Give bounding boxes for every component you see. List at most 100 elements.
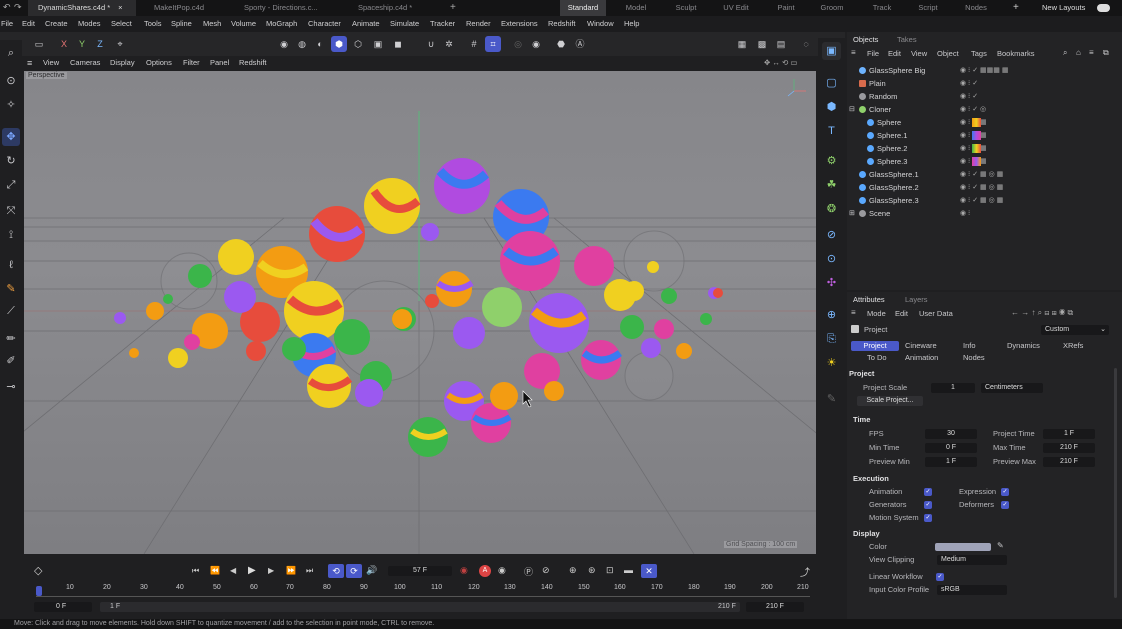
start-frame-field[interactable]: 0 F (34, 602, 92, 612)
eyedropper-icon[interactable]: ✎ (997, 541, 1004, 550)
layout-uv-edit[interactable]: UV Edit (716, 0, 756, 16)
new-layouts-toggle[interactable] (1097, 4, 1110, 12)
scale-tool-icon[interactable]: ⤢ (2, 176, 20, 194)
autokey-icon[interactable]: A (479, 565, 491, 577)
deformer-icon[interactable]: ⊘ (822, 226, 841, 244)
preset-dropdown[interactable]: Custom ⌄ (1041, 325, 1109, 335)
object-mode-icon[interactable]: ⬢ (331, 36, 347, 52)
object-row-cloner[interactable]: ⊟ Cloner ◉ ⁝ ✓ ◎ (847, 103, 1122, 116)
menu-file[interactable]: File (1, 16, 13, 32)
object-row-sphere-2[interactable]: Sphere.2◉ ⁝ ✓ ▦ (847, 142, 1122, 155)
preview-max-field[interactable]: 210 F (1043, 457, 1095, 467)
tag-icons[interactable]: ◉ ⁝ ✓ ▦ ◎ ▦ (960, 170, 1003, 178)
objects-menu-object[interactable]: Object (937, 49, 959, 58)
objects-menu-tags[interactable]: Tags (971, 49, 987, 58)
next-key-icon[interactable]: ⏩ (286, 566, 296, 575)
layout-nodes[interactable]: Nodes (956, 0, 996, 16)
object-row-glasssphere-3[interactable]: GlassSphere.3 ◉ ⁝ ✓ ▦ ◎ ▦ (847, 194, 1122, 207)
tab-layers[interactable]: Layers (905, 295, 928, 304)
text-icon[interactable]: T (822, 122, 841, 140)
menu-animate[interactable]: Animate (352, 16, 380, 32)
uv-mode-icon[interactable]: ⬡ (350, 36, 366, 52)
camera-icon[interactable]: ⎘ (822, 330, 841, 348)
expression-checkbox[interactable]: ✓ (1001, 488, 1009, 496)
subtab-nodes[interactable]: Nodes (963, 353, 985, 363)
attr-menu-userdata[interactable]: User Data (919, 309, 953, 318)
spline-pen-icon[interactable]: ℓ (2, 256, 20, 274)
viewport-navigation-icons[interactable]: ✥ ↔ ⟲ ▭ (764, 56, 797, 70)
axis-x-button[interactable]: X (56, 36, 72, 52)
project-time-field[interactable]: 1 F (1043, 429, 1095, 439)
menu-extensions[interactable]: Extensions (501, 16, 538, 32)
live-selection-icon[interactable]: ⊙ (2, 72, 20, 90)
menu-character[interactable]: Character (308, 16, 341, 32)
render-picture-icon[interactable]: ▩ (754, 36, 770, 52)
attr-nav-icons[interactable]: ← → ↑ ⌕ ⊟ ⊞ ◉ ⧉ (1011, 308, 1073, 318)
viewport-menu-options[interactable]: Options (146, 56, 172, 70)
undo-icon[interactable]: ↶ (3, 2, 11, 13)
objects-menu-file[interactable]: File (867, 49, 879, 58)
keyframe-selection-icon[interactable]: ◉ (498, 565, 506, 576)
prev-key-icon[interactable]: ⏪ (210, 566, 220, 575)
square-spline-icon[interactable]: ▢ (822, 74, 841, 92)
menu-help[interactable]: Help (624, 16, 639, 32)
object-row-sphere-3[interactable]: Sphere.3◉ ⁝ ✓ ▦ (847, 155, 1122, 168)
layout-track[interactable]: Track (862, 0, 902, 16)
texture-mode-icon[interactable]: ▣ (370, 36, 386, 52)
environment-icon[interactable]: ⊕ (822, 306, 841, 324)
menu-simulate[interactable]: Simulate (390, 16, 419, 32)
magnet-tool-icon[interactable]: ⊸ (2, 378, 20, 396)
attr-scrollbar[interactable] (1114, 368, 1117, 598)
generators-checkbox[interactable]: ✓ (924, 501, 932, 509)
cube-icon[interactable]: ⬢ (822, 98, 841, 116)
scale-project-button[interactable]: Scale Project... (857, 396, 923, 406)
visibility-icons[interactable]: ◉ ⁝ (960, 209, 970, 217)
key-rotation-icon[interactable]: ⊘ (542, 565, 550, 576)
collapse-icon[interactable]: ⊟ (849, 105, 855, 113)
key-pla-icon[interactable]: ⊡ (606, 565, 614, 576)
menu-mograph[interactable]: MoGraph (266, 16, 297, 32)
project-scale-field[interactable]: 1 (931, 383, 975, 393)
grid-icon[interactable]: # (466, 36, 482, 52)
subtab-project[interactable]: Project (851, 341, 899, 351)
current-frame-field[interactable]: 57 F (388, 566, 452, 576)
selection-tools-icon[interactable]: ✧ (2, 96, 20, 114)
objects-menu-bookmarks[interactable]: Bookmarks (997, 49, 1035, 58)
attr-menu-edit[interactable]: Edit (895, 309, 908, 318)
objects-menu-edit[interactable]: Edit (888, 49, 901, 58)
menu-redshift[interactable]: Redshift (548, 16, 576, 32)
redshift-ipr-icon[interactable]: ◌ (798, 36, 814, 52)
lock-icon[interactable]: ◎ (510, 36, 526, 52)
viewport-menu-filter[interactable]: Filter (183, 56, 200, 70)
visibility-icons[interactable]: ◉ ⁝ ✓ ◎ (960, 105, 986, 113)
color-swatch[interactable] (935, 543, 991, 551)
tab-takes[interactable]: Takes (897, 35, 917, 44)
preview-min-field[interactable]: 1 F (925, 457, 977, 467)
coordinate-system-icon[interactable]: ⌖ (112, 36, 128, 52)
light-icon[interactable]: ☀ (822, 354, 841, 372)
attr-menu-mode[interactable]: Mode (867, 309, 886, 318)
prev-frame-icon[interactable]: ◀ (230, 566, 236, 575)
knife-icon[interactable]: ⟋ (2, 302, 20, 320)
objects-newwindow-icon[interactable]: ⧉ (1103, 48, 1109, 58)
fps-field[interactable]: 30 (925, 429, 977, 439)
layout-standard[interactable]: Standard (560, 0, 606, 16)
layout-groom[interactable]: Groom (812, 0, 852, 16)
viewport-menu-view[interactable]: View (43, 56, 59, 70)
soft-selection-icon[interactable]: ◉ (528, 36, 544, 52)
material-tag-icon[interactable] (972, 144, 981, 153)
material-tag-icon[interactable] (972, 157, 981, 166)
view-clipping-dropdown[interactable]: Medium (937, 555, 1007, 565)
viewport-menu-panel[interactable]: Panel (210, 56, 229, 70)
cube-primitive-icon[interactable]: ▣ (822, 42, 841, 60)
add-tab-icon[interactable]: + (450, 0, 456, 16)
go-to-end-icon[interactable]: ⏭ (306, 566, 313, 576)
object-row-glasssphere-2[interactable]: GlassSphere.2 ◉ ⁝ ✓ ▦ ◎ ▦ (847, 181, 1122, 194)
magnet-icon[interactable]: ∪ (423, 36, 439, 52)
project-scale-unit-dropdown[interactable]: Centimeters (981, 383, 1043, 393)
tag-icons[interactable]: ◉ ⁝ ✓ ▦▦▦ ▦ (960, 66, 1008, 74)
add-layout-icon[interactable]: + (1013, 0, 1019, 16)
objects-hamburger-icon[interactable]: ≡ (851, 48, 856, 57)
sound-icon[interactable]: 🔊 (366, 565, 377, 576)
transform-tool-icon[interactable]: ⤧ (2, 202, 20, 220)
